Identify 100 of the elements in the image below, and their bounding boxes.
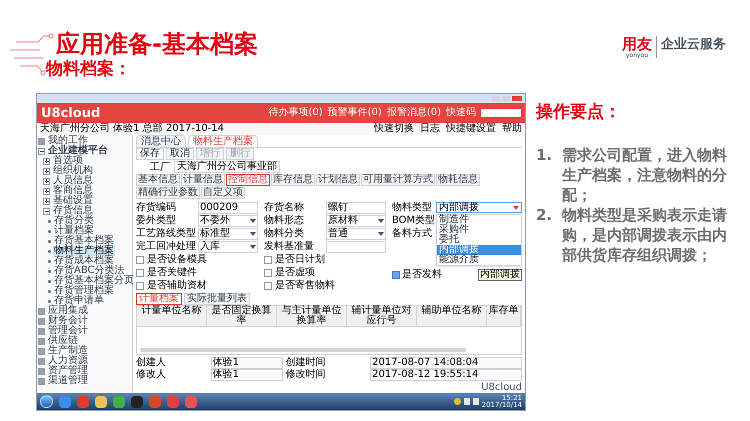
header-link[interactable]: 预警事件(0) [328,108,382,118]
context-action-link[interactable]: 快捷键设置 [446,124,496,134]
column-header: 是否固定换算率 [207,306,277,326]
dropdown-option[interactable]: 采购件 [437,225,521,235]
checkbox[interactable] [136,256,144,264]
dropdown-field[interactable]: 不委外 [198,214,258,226]
expand-toggle-icon[interactable] [43,158,50,164]
section-tab[interactable]: 精确行业参数 [136,187,200,199]
input-field[interactable]: 体验1 [210,357,283,369]
section-tab[interactable]: 计划信息 [316,174,360,186]
dropdown-field[interactable]: 原材料 [326,214,386,226]
checkbox-label: 是否发料 [402,268,442,282]
sidebar-item[interactable]: 企业建模平台 [47,146,109,156]
sidebar-item[interactable]: 存货基本档案 [53,236,115,246]
expand-toggle-icon[interactable] [43,198,50,204]
header-link[interactable]: 待办事项(0) [268,108,323,118]
context-action-link[interactable]: 帮助 [502,124,522,134]
field-label: 修改时间 [286,369,327,381]
quick-code-input[interactable] [481,109,521,117]
sidebar-item[interactable]: 存货成本档案 [53,256,115,266]
start-button[interactable] [40,395,53,408]
sidebar-item[interactable]: 人力资源 [47,356,89,366]
sidebar-item[interactable]: 存货信息 [52,206,94,216]
sidebar-item[interactable]: 存货管理档案 [53,286,115,296]
sidebar-item[interactable]: 渠道管理 [47,376,89,386]
sidebar-item[interactable]: 物料生产档案 [53,246,115,256]
field-label: 创建人 [136,357,167,369]
sidebar-item[interactable]: 人员信息 [52,176,94,186]
input-field[interactable]: 体验1 [210,369,283,381]
section-tab[interactable]: 库存信息 [271,174,315,186]
sidebar-item[interactable]: 我的工作 [47,136,89,146]
checkbox[interactable] [264,282,272,290]
bullet-icon [48,300,51,302]
sidebar-item[interactable]: 存货基本档案分页 [53,276,135,286]
dropdown-field[interactable]: 入库 [198,240,258,252]
sidebar-item[interactable]: 客商信息 [52,186,94,196]
taskbar-app-icon[interactable] [149,396,161,408]
dropdown-option[interactable]: 能源介质 [437,255,521,265]
expand-toggle-icon[interactable] [43,188,50,194]
bullet-icon [48,280,51,282]
sidebar-item[interactable]: 资产管理 [47,366,89,376]
taskbar-app-icon[interactable] [185,396,197,408]
input-field[interactable] [326,240,386,252]
sidebar-item[interactable]: 供应链 [47,336,79,346]
column-header: 与主计量单位换算率 [277,306,347,326]
expand-toggle-icon[interactable] [43,168,50,174]
horizontal-scrollbar[interactable] [140,348,466,352]
sidebar-item[interactable]: 存货分类 [53,216,95,226]
sidebar-item[interactable]: 应用集成 [47,306,89,316]
taskbar-app-icon[interactable] [167,396,179,408]
taskbar-app-icon[interactable] [131,396,143,408]
input-field[interactable]: 000209 [198,202,258,214]
sidebar-item[interactable]: 生产制造 [47,346,89,356]
sidebar-item[interactable]: 管理会计 [47,326,89,336]
input-field[interactable]: 天海广州分公司事业部 [174,161,280,173]
status-text: U8cloud [481,383,522,393]
quick-code-label: 快速码 [446,108,476,118]
input-field[interactable]: 2017-08-12 19:55:14 [370,369,522,381]
dropdown-field[interactable]: 标准型 [198,228,258,240]
checkbox[interactable] [136,282,144,290]
dropdown-option[interactable]: 制造件 [437,215,521,225]
header-link[interactable]: 报警消息(0) [386,108,441,118]
detail-tab[interactable]: 实际批量列表 [184,293,250,305]
sidebar-item[interactable]: 存货申请单 [53,296,105,306]
checkbox[interactable] [392,270,400,278]
expand-toggle-icon[interactable] [38,148,45,154]
dropdown-field[interactable]: 内部调拨 [436,202,522,213]
field-label: 物料分类 [264,226,305,240]
context-action-link[interactable]: 日志 [420,124,440,134]
sidebar-item[interactable]: 首选项 [52,156,84,166]
section-tab[interactable]: 自定义项 [201,187,245,199]
section-tab[interactable]: 基本信息 [136,174,180,186]
taskbar-app-icon[interactable] [95,396,107,408]
sidebar-item[interactable]: 存货ABC分类法 [53,266,126,276]
checkbox[interactable] [264,268,272,276]
section-tab[interactable]: 计量信息 [181,174,225,186]
expand-toggle-icon[interactable] [43,178,50,184]
taskbar-app-icon[interactable] [113,396,125,408]
page-tab[interactable]: 消息中心 [136,135,186,147]
dropdown-option[interactable]: 委托 [437,235,521,245]
input-field[interactable]: 螺钉 [326,202,386,214]
section-tab[interactable]: 物耗信息 [436,174,480,186]
caret-icon [378,232,384,236]
toolbar-button[interactable]: 保存 [136,148,164,160]
sidebar-item[interactable]: 组织机构 [52,166,94,176]
sidebar-item[interactable]: 计量档案 [53,226,95,236]
section-tab[interactable]: 可用量计算方式 [361,174,435,186]
expand-toggle-icon[interactable] [43,208,50,214]
context-action-link[interactable]: 快速切换 [374,124,414,134]
toolbar-button[interactable]: 取消 [166,148,194,160]
dropdown-field[interactable]: 普通 [326,228,386,240]
taskbar-app-icon[interactable] [77,396,89,408]
bullet-icon [48,290,51,292]
page-tab[interactable]: 物料生产档案 [188,135,258,147]
sidebar-item[interactable]: 基础设置 [52,196,94,206]
sidebar-item[interactable]: 财务会计 [47,316,89,326]
checkbox[interactable] [264,256,272,264]
checkbox[interactable] [136,268,144,276]
taskbar-app-icon[interactable] [59,396,71,408]
input-field[interactable]: 2017-08-07 14:08:04 [370,357,522,369]
